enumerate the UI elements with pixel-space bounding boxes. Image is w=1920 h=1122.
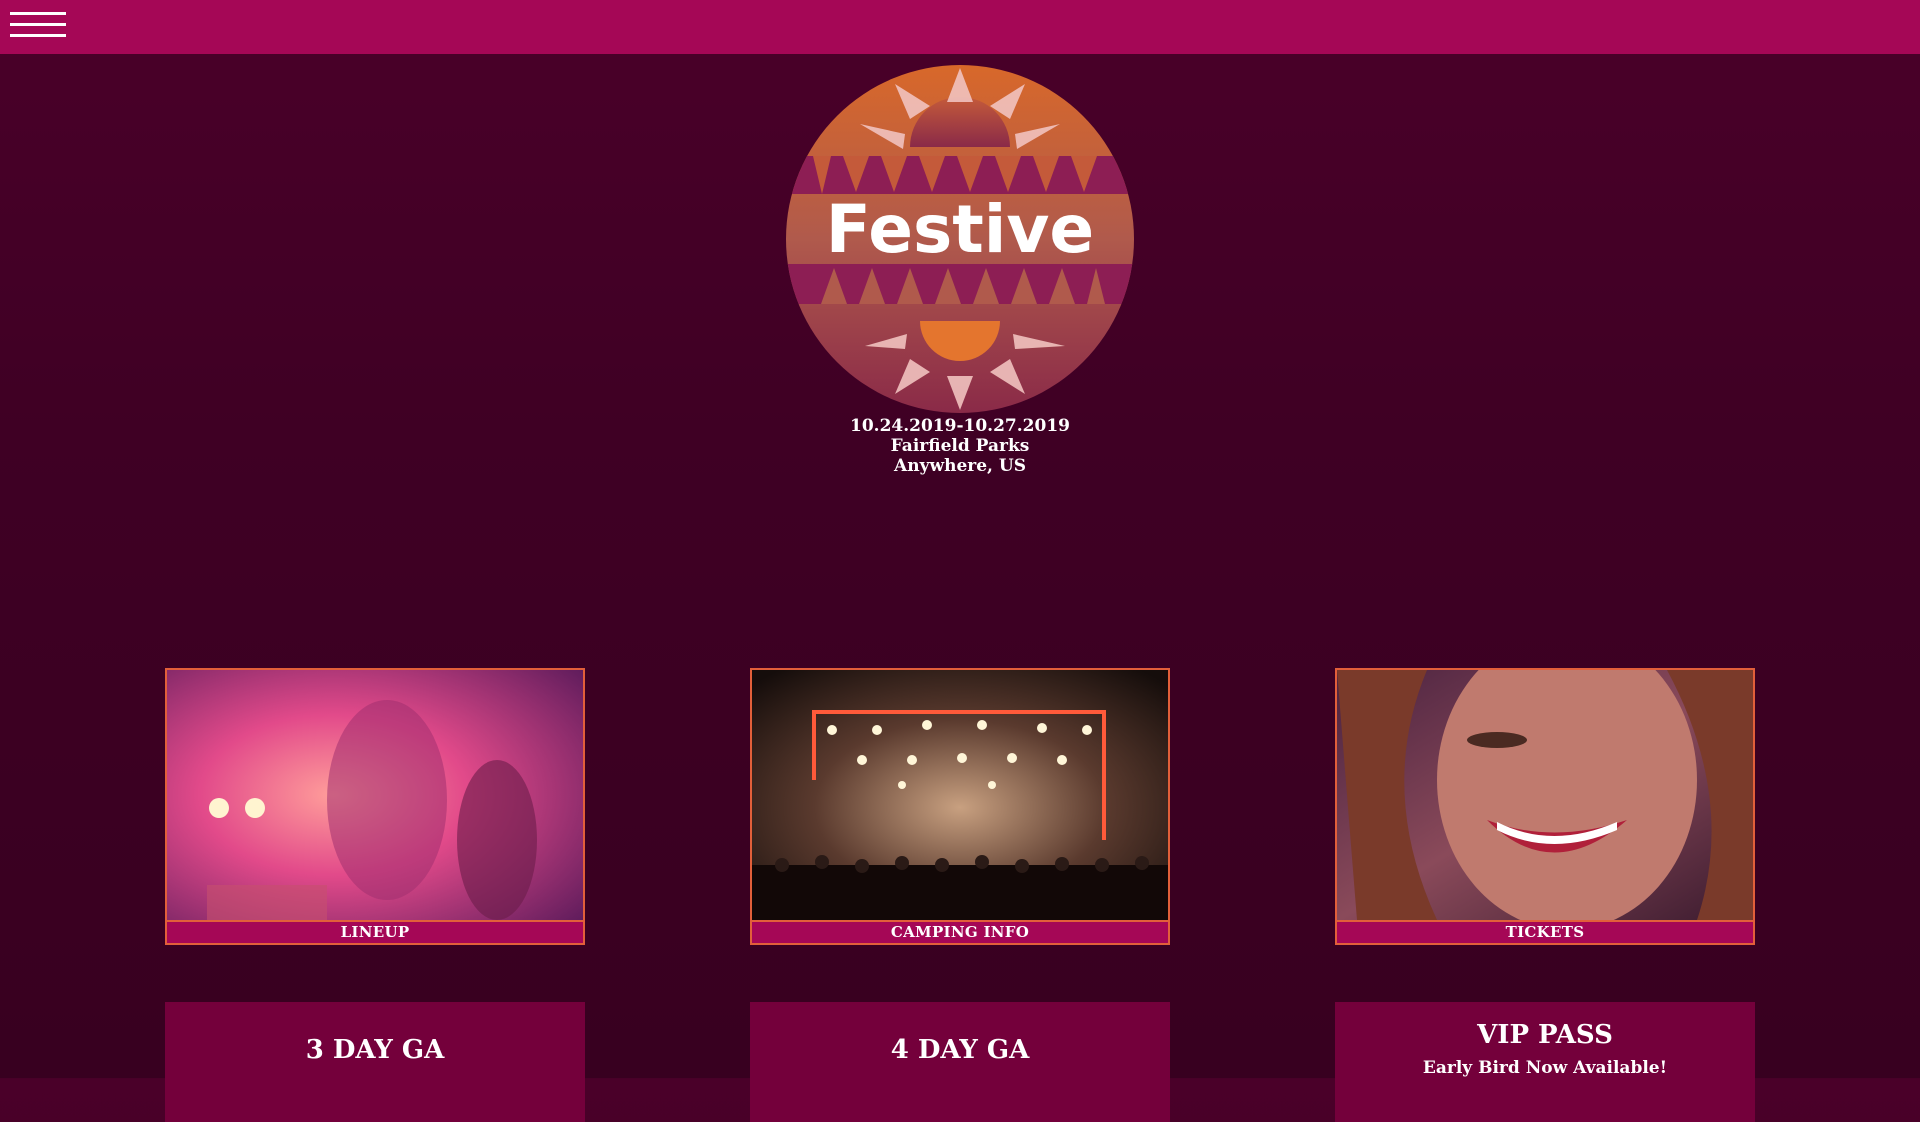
logo-title: Festive bbox=[826, 191, 1094, 268]
ticket-vip-pass[interactable]: VIP PASS Early Bird Now Available! bbox=[1335, 1002, 1755, 1122]
ticket-name: VIP PASS bbox=[1477, 1020, 1613, 1050]
festival-logo: Festive bbox=[785, 64, 1135, 414]
tickets-label: TICKETS bbox=[1337, 920, 1753, 943]
ticket-name: 3 DAY GA bbox=[305, 1035, 445, 1065]
lineup-card[interactable]: LINEUP bbox=[165, 668, 585, 945]
ticket-4-day-ga[interactable]: 4 DAY GA bbox=[750, 1002, 1170, 1122]
camping-info-label: CAMPING INFO bbox=[752, 920, 1168, 943]
lineup-photo bbox=[167, 670, 583, 920]
lineup-label: LINEUP bbox=[167, 920, 583, 943]
camping-info-card[interactable]: CAMPING INFO bbox=[750, 668, 1170, 945]
event-dates: 10.24.2019-10.27.2019 bbox=[850, 416, 1070, 436]
ticket-3-day-ga[interactable]: 3 DAY GA bbox=[165, 1002, 585, 1122]
tickets-photo bbox=[1337, 670, 1753, 920]
event-venue: Fairfield Parks bbox=[890, 436, 1030, 456]
event-info: 10.24.2019-10.27.2019 Fairfield Parks An… bbox=[760, 416, 1160, 476]
ticket-name: 4 DAY GA bbox=[890, 1035, 1030, 1065]
hamburger-menu-icon[interactable] bbox=[10, 12, 66, 42]
event-location: Anywhere, US bbox=[894, 456, 1026, 476]
top-nav-bar bbox=[0, 0, 1920, 54]
tickets-card[interactable]: TICKETS bbox=[1335, 668, 1755, 945]
ticket-subtitle: Early Bird Now Available! bbox=[1422, 1058, 1668, 1078]
camping-info-photo bbox=[752, 670, 1168, 920]
